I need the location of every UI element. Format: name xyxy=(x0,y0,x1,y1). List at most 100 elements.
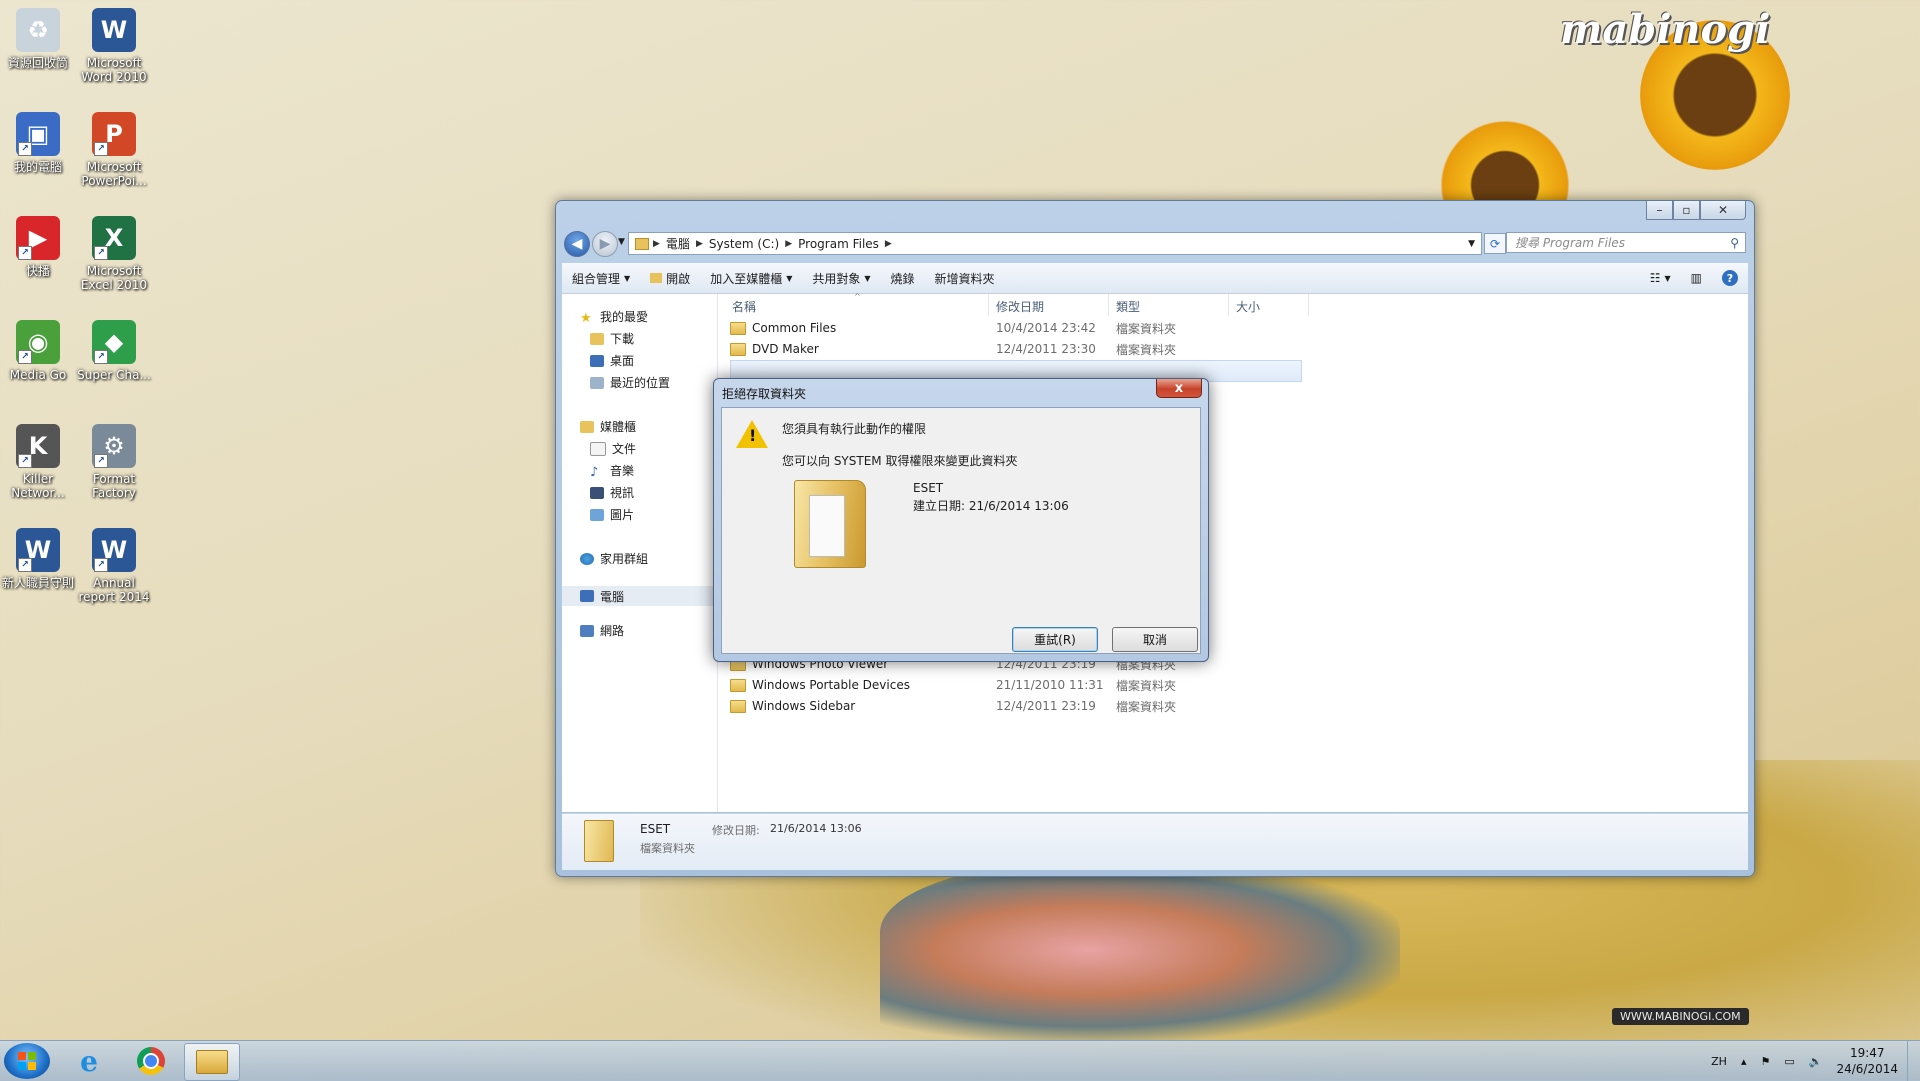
search-placeholder: 搜尋 Program Files xyxy=(1515,236,1625,250)
retry-button[interactable]: 重試(R) xyxy=(1012,627,1098,652)
clock[interactable]: 19:47 24/6/2014 xyxy=(1836,1045,1898,1077)
internet-explorer-icon: e xyxy=(80,1044,98,1078)
breadcrumb-item[interactable]: Program Files xyxy=(792,237,885,251)
maximize-button[interactable]: ▫ xyxy=(1673,201,1700,220)
nav-computer[interactable]: 電腦 xyxy=(562,586,716,606)
show-desktop-button[interactable] xyxy=(1907,1041,1920,1081)
search-input[interactable]: 搜尋 Program Files ⚲ xyxy=(1506,232,1746,253)
search-icon[interactable]: ⚲ xyxy=(1730,236,1739,250)
recent-places-icon xyxy=(590,376,604,389)
window-controls: – ▫ ✕ xyxy=(1646,201,1746,220)
start-button[interactable] xyxy=(4,1043,50,1079)
access-denied-dialog[interactable]: 拒絕存取資料夾 x ! 您須具有執行此動作的權限 您可以向 SYSTEM 取得權… xyxy=(713,378,1209,662)
documents-icon xyxy=(590,441,606,456)
recent-pages-dropdown[interactable]: ▼ xyxy=(618,237,625,247)
column-divider xyxy=(1308,294,1309,316)
taskbar-ie[interactable]: e xyxy=(62,1043,116,1079)
organize-menu[interactable]: 組合管理 ▼ xyxy=(562,270,640,287)
taskbar-chrome[interactable] xyxy=(124,1043,178,1079)
back-button[interactable]: ◀ xyxy=(564,231,590,257)
chevron-up-icon[interactable]: ▴ xyxy=(1741,1055,1747,1068)
breadcrumb-item[interactable]: 電腦 xyxy=(660,235,696,252)
file-row[interactable]: Windows Portable Devices 21/11/2010 11:31… xyxy=(730,675,1300,695)
details-modified: 21/6/2014 13:06 xyxy=(770,822,862,835)
details-pane: ESET 檔案資料夾 修改日期: 21/6/2014 13:06 xyxy=(562,813,1748,870)
desktop-icon-item[interactable]: ◉ ↗ Media Go xyxy=(0,320,76,382)
include-library-menu[interactable]: 加入至媒體櫃 ▼ xyxy=(700,270,802,287)
nav-videos[interactable]: 視訊 xyxy=(590,484,634,501)
view-menu[interactable]: ☷ ▼ xyxy=(1640,271,1681,285)
desktop-icon-item[interactable]: P ↗ Microsoft PowerPoi... xyxy=(76,112,152,188)
new-folder-button[interactable]: 新增資料夾 xyxy=(925,270,1005,287)
network-icon[interactable]: ▭ xyxy=(1784,1055,1794,1068)
desktop-icon-label: Format Factory xyxy=(92,472,136,500)
desktop-icon xyxy=(590,354,604,367)
file-row[interactable]: DVD Maker 12/4/2011 23:30 檔案資料夾 xyxy=(730,339,1300,359)
chevron-right-icon[interactable]: ▶ xyxy=(885,239,892,249)
forward-button[interactable]: ▶ xyxy=(592,231,618,257)
address-bar[interactable]: ▶ 電腦 ▶ System (C:) ▶ Program Files ▶ ▼ xyxy=(628,232,1482,255)
nav-label: 下載 xyxy=(610,332,635,346)
preview-pane-button[interactable]: ▥ xyxy=(1681,271,1712,285)
help-button[interactable]: ? xyxy=(1712,270,1748,286)
breadcrumb-item[interactable]: System (C:) xyxy=(703,237,785,251)
desktop-icon-item[interactable]: ♻ 資源回收筒 xyxy=(0,8,76,70)
dialog-folder-name: ESET xyxy=(913,481,944,495)
desktop-icon-item[interactable]: X ↗ Microsoft Excel 2010 xyxy=(76,216,152,292)
file-row[interactable]: Windows Sidebar 12/4/2011 23:19 檔案資料夾 xyxy=(730,696,1300,716)
chevron-right-icon[interactable]: ▶ xyxy=(696,239,703,249)
file-type: 檔案資料夾 xyxy=(1116,342,1177,357)
word-doc-icon: W ↗ xyxy=(92,528,136,572)
share-with-menu[interactable]: 共用對象 ▼ xyxy=(802,270,880,287)
nav-libraries[interactable]: 媒體櫃 xyxy=(580,418,636,435)
desktop-icon-item[interactable]: ▶ ↗ 快播 xyxy=(0,216,76,278)
desktop-icon-item[interactable]: W ↗ Annual report 2014 xyxy=(76,528,152,604)
nav-favorites[interactable]: ★ 我的最愛 xyxy=(580,308,648,326)
address-dropdown-icon[interactable]: ▼ xyxy=(1468,239,1475,249)
burn-button[interactable]: 燒錄 xyxy=(881,270,925,287)
desktop-icon-item[interactable]: K ↗ Killer Networ... xyxy=(0,424,76,500)
chevron-right-icon[interactable]: ▶ xyxy=(653,239,660,249)
file-type: 檔案資料夾 xyxy=(1116,321,1177,336)
file-row[interactable]: Common Files 10/4/2014 23:42 檔案資料夾 xyxy=(730,318,1300,338)
column-size[interactable]: 大小 xyxy=(1236,298,1260,315)
cancel-button[interactable]: 取消 xyxy=(1112,627,1198,652)
dialog-close-button[interactable]: x xyxy=(1156,379,1202,398)
minimize-button[interactable]: – xyxy=(1646,201,1673,220)
column-type[interactable]: 類型 xyxy=(1116,298,1140,315)
nav-label: 圖片 xyxy=(610,508,635,522)
column-name[interactable]: 名稱 xyxy=(732,298,756,315)
file-type: 檔案資料夾 xyxy=(1116,699,1177,714)
desktop-icon-label: Microsoft Excel 2010 xyxy=(80,264,148,292)
desktop-icon-item[interactable]: W ↗ 新人職員守則 xyxy=(0,528,76,590)
shortcut-arrow-icon: ↗ xyxy=(94,454,108,468)
volume-icon[interactable]: 🔈 xyxy=(1809,1055,1823,1068)
desktop-icon-item[interactable]: W Microsoft Word 2010 xyxy=(76,8,152,84)
desktop-icon-label: Killer Networ... xyxy=(11,472,65,500)
nav-documents[interactable]: 文件 xyxy=(590,440,636,457)
nav-homegroup[interactable]: 家用群組 xyxy=(580,550,648,567)
desktop-icon-item[interactable]: ◆ ↗ Super Cha... xyxy=(76,320,152,382)
close-button[interactable]: ✕ xyxy=(1700,201,1746,220)
open-button[interactable]: 開啟 xyxy=(640,270,700,287)
action-center-icon[interactable]: ⚑ xyxy=(1760,1055,1770,1068)
nav-pictures[interactable]: 圖片 xyxy=(590,506,634,523)
chrome-icon xyxy=(137,1047,165,1075)
share-with-label: 共用對象 xyxy=(812,271,861,286)
nav-desktop[interactable]: 桌面 xyxy=(590,352,634,369)
nav-downloads[interactable]: 下載 xyxy=(590,330,634,347)
chevron-right-icon[interactable]: ▶ xyxy=(785,239,792,249)
nav-music[interactable]: ♪ 音樂 xyxy=(590,462,634,480)
language-indicator[interactable]: ZH xyxy=(1711,1055,1727,1068)
taskbar-explorer[interactable] xyxy=(184,1043,240,1081)
nav-network[interactable]: 網路 xyxy=(580,622,624,639)
shortcut-arrow-icon: ↗ xyxy=(18,142,32,156)
desktop-icon-item[interactable]: ▣ ↗ 我的電腦 xyxy=(0,112,76,174)
dialog-folder-created: 建立日期: 21/6/2014 13:06 xyxy=(913,499,1069,513)
chevron-down-icon: ▼ xyxy=(864,273,871,283)
refresh-button[interactable]: ⟳ xyxy=(1484,233,1506,254)
desktop-icon-item[interactable]: ⚙ ↗ Format Factory xyxy=(76,424,152,500)
column-modified[interactable]: 修改日期 xyxy=(996,298,1044,315)
downloads-icon xyxy=(590,332,604,345)
nav-recent[interactable]: 最近的位置 xyxy=(590,374,670,391)
